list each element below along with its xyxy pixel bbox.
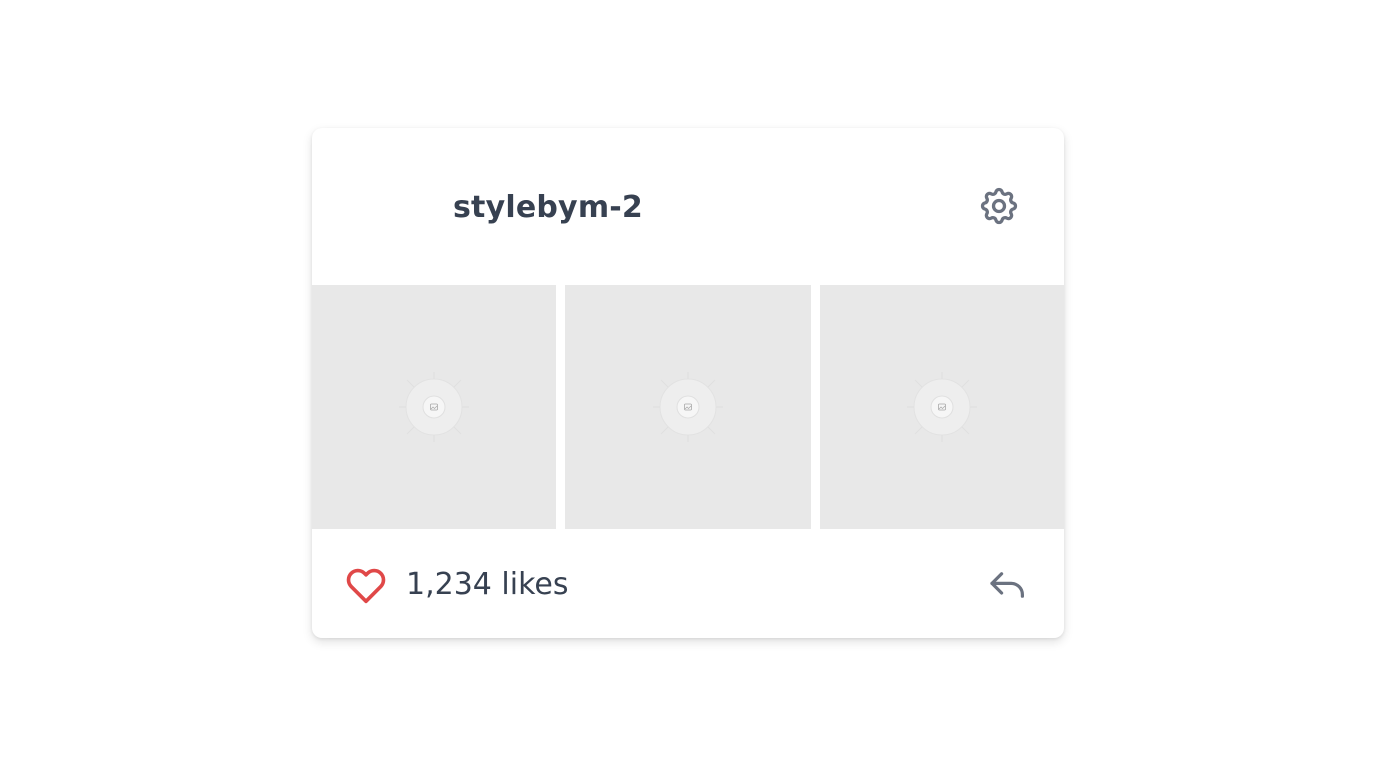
card-header: stylebym-2 bbox=[312, 128, 1064, 285]
like-button[interactable] bbox=[342, 562, 390, 608]
photo-gallery bbox=[312, 285, 1064, 529]
gallery-image-3[interactable] bbox=[820, 285, 1064, 529]
reply-button[interactable] bbox=[986, 565, 1030, 605]
gear-icon bbox=[980, 187, 1018, 225]
avatar[interactable] bbox=[346, 168, 426, 248]
gallery-image-1[interactable] bbox=[312, 285, 556, 529]
likes-count: 1,234 likes bbox=[406, 567, 569, 602]
profile-card: stylebym-2 1,234 likes bbox=[312, 128, 1064, 638]
heart-icon bbox=[346, 568, 386, 604]
reply-icon bbox=[990, 572, 1024, 598]
card-footer: 1,234 likes bbox=[312, 529, 1064, 638]
image-placeholder-icon bbox=[653, 372, 723, 442]
image-placeholder-icon bbox=[399, 372, 469, 442]
image-placeholder-icon bbox=[907, 372, 977, 442]
settings-button[interactable] bbox=[977, 184, 1021, 228]
username[interactable]: stylebym-2 bbox=[453, 188, 643, 228]
gallery-image-2[interactable] bbox=[565, 285, 811, 529]
